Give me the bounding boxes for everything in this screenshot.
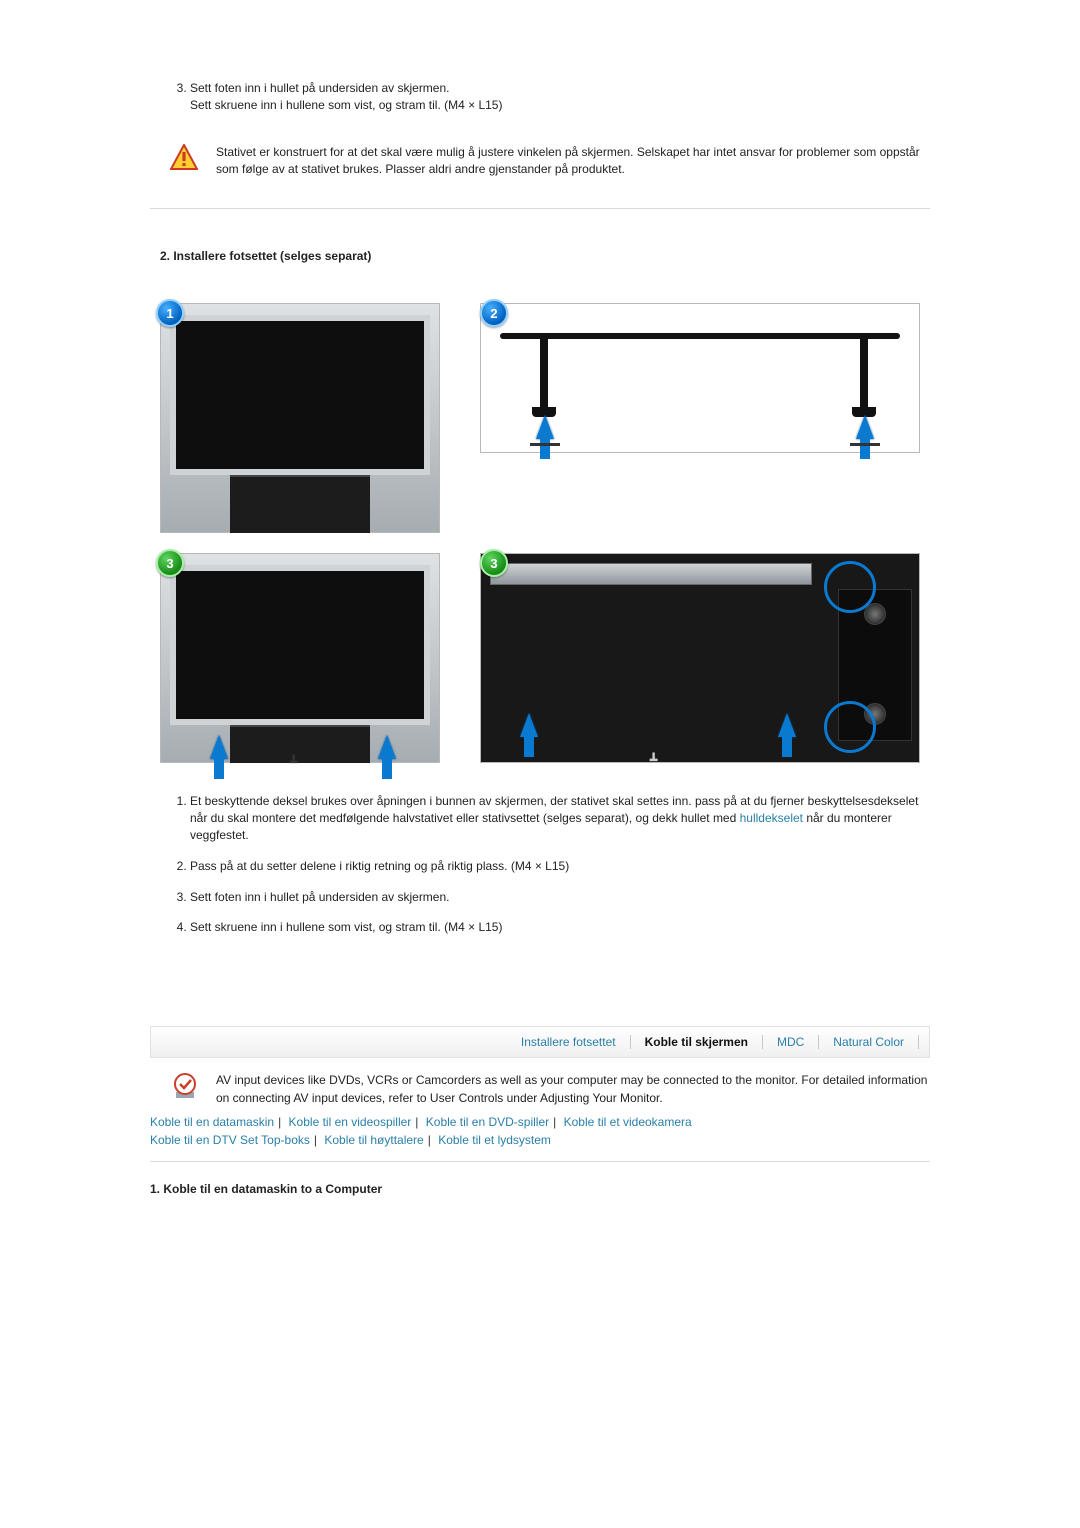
highlight-circle: [824, 701, 876, 753]
list-item: Sett foten inn i hullet på undersiden av…: [190, 889, 930, 906]
sub-heading: 1. Koble til en datamaskin to a Computer: [150, 1182, 930, 1196]
top-ordered-list: Sett foten inn i hullet på undersiden av…: [190, 80, 930, 114]
checkmark-icon: [170, 1072, 200, 1105]
link-connect-camcorder[interactable]: Koble til et videokamera: [564, 1115, 692, 1129]
link-divider: |: [424, 1133, 435, 1147]
page: Sett foten inn i hullet på undersiden av…: [150, 0, 930, 1306]
warning-text: Stativet er konstruert for at det skal v…: [216, 144, 930, 179]
link-divider: |: [411, 1115, 422, 1129]
pedestal-1: [230, 475, 370, 533]
list-item: Et beskyttende deksel brukes over åpning…: [190, 793, 930, 843]
link-divider: |: [549, 1115, 560, 1129]
arrow-stem: [214, 757, 224, 779]
stand-leg: [860, 339, 868, 409]
tab-natural-color[interactable]: Natural Color: [819, 1035, 918, 1049]
warning-row: Stativet er konstruert for at det skal v…: [170, 144, 930, 179]
list-item: Sett foten inn i hullet på undersiden av…: [190, 80, 930, 114]
stand-leg: [540, 339, 548, 409]
connection-links-row-2: Koble til en DTV Set Top-boks| Koble til…: [150, 1133, 930, 1147]
arrow-up-icon: [778, 713, 796, 737]
link-divider: |: [274, 1115, 285, 1129]
stand-bar: [500, 333, 900, 339]
screw-icon: [530, 433, 560, 446]
monitor-front-3: [170, 565, 430, 725]
tab-connect-display[interactable]: Koble til skjermen: [631, 1035, 762, 1049]
connection-links-row-1: Koble til en datamaskin| Koble til en vi…: [150, 1115, 930, 1129]
arrow-stem: [524, 735, 534, 757]
tab-install-stand[interactable]: Installere fotsettet: [507, 1035, 630, 1049]
link-connect-dtv[interactable]: Koble til en DTV Set Top-boks: [150, 1133, 310, 1147]
monitor-bottom-bar: [490, 563, 812, 585]
hole-cover-link[interactable]: hulldekselet: [740, 811, 803, 825]
link-connect-computer[interactable]: Koble til en datamaskin: [150, 1115, 274, 1129]
pedestal-3: [230, 725, 370, 763]
link-connect-audio[interactable]: Koble til et lydsystem: [438, 1133, 551, 1147]
link-connect-dvd[interactable]: Koble til en DVD-spiller: [426, 1115, 549, 1129]
link-connect-speakers[interactable]: Koble til høyttalere: [324, 1133, 423, 1147]
highlight-circle: [824, 561, 876, 613]
section-tabbar: Installere fotsettet Koble til skjermen …: [150, 1026, 930, 1058]
section-title: 2. Installere fotsettet (selges separat): [160, 249, 930, 263]
info-text: AV input devices like DVDs, VCRs or Camc…: [216, 1072, 930, 1107]
divider: [150, 208, 930, 209]
tab-mdc[interactable]: MDC: [763, 1035, 818, 1049]
arrow-up-icon: [210, 735, 228, 759]
info-row: AV input devices like DVDs, VCRs or Camc…: [170, 1072, 930, 1107]
arrow-stem: [382, 757, 392, 779]
install-diagram: ┻ ┻ 1 2 3 3: [160, 303, 920, 763]
warning-icon: [170, 144, 198, 173]
screw-icon: [850, 433, 880, 446]
screw-icon: ┻: [650, 753, 657, 767]
monitor-front-1: [170, 315, 430, 475]
arrow-up-icon: [520, 713, 538, 737]
link-connect-video[interactable]: Koble til en videospiller: [289, 1115, 412, 1129]
arrow-up-icon: [378, 735, 396, 759]
list-item: Sett skruene inn i hullene som vist, og …: [190, 919, 930, 936]
link-divider: |: [310, 1133, 321, 1147]
divider: [150, 1161, 930, 1162]
arrow-stem: [782, 735, 792, 757]
tab-separator: [918, 1035, 919, 1049]
list-item: Pass på at du setter delene i riktig ret…: [190, 858, 930, 875]
install-steps-list: Et beskyttende deksel brukes over åpning…: [190, 793, 930, 936]
screw-icon: ┻: [290, 755, 297, 769]
